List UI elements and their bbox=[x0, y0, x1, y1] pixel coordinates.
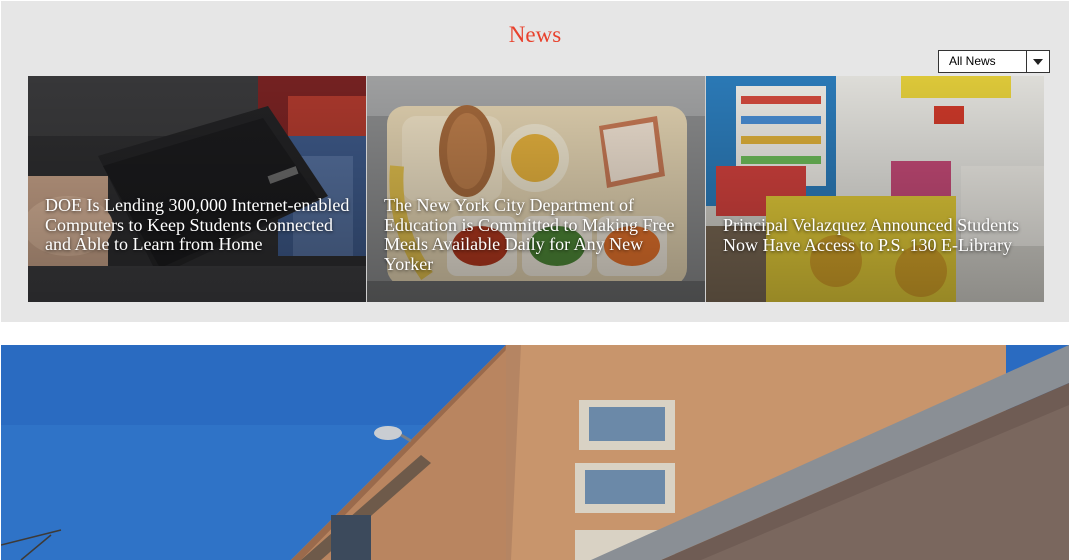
news-card-title[interactable]: DOE Is Lending 300,000 Internet-enabled … bbox=[45, 195, 354, 255]
news-card-title[interactable]: Principal Velazquez Announced Students N… bbox=[723, 215, 1032, 255]
hero-image bbox=[1, 345, 1069, 560]
school-building-photo bbox=[1, 345, 1069, 560]
news-section: News All News DOE Is Lending 300,000 Int… bbox=[1, 1, 1069, 322]
news-card[interactable]: DOE Is Lending 300,000 Internet-enabled … bbox=[28, 76, 366, 302]
card-image-overlay bbox=[706, 76, 1044, 302]
card-image-overlay bbox=[28, 76, 366, 302]
news-filter-select[interactable]: All News bbox=[938, 50, 1050, 73]
news-card[interactable]: Principal Velazquez Announced Students N… bbox=[705, 76, 1044, 302]
news-card-list: DOE Is Lending 300,000 Internet-enabled … bbox=[28, 76, 1044, 302]
news-card-title[interactable]: The New York City Department of Educatio… bbox=[384, 195, 693, 274]
chevron-down-icon[interactable] bbox=[1026, 51, 1049, 72]
news-filter-value: All News bbox=[949, 54, 996, 68]
news-card[interactable]: The New York City Department of Educatio… bbox=[366, 76, 705, 302]
news-heading: News bbox=[508, 22, 562, 47]
